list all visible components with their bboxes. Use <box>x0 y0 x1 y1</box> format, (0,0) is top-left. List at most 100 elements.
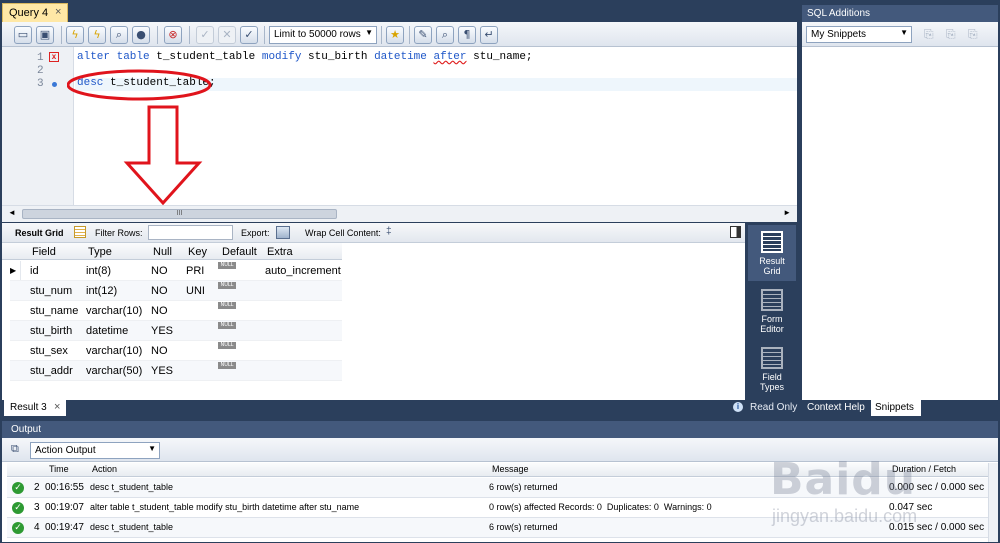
snippets-tab[interactable]: Snippets <box>871 400 921 416</box>
result-tab[interactable]: Result 3 × <box>4 400 66 416</box>
column-header[interactable]: Time <box>49 464 69 474</box>
output-row-num: 4 <box>34 522 40 533</box>
output-grid-header: Time Action Message Duration / Fetch <box>7 463 997 477</box>
invisible-chars-icon[interactable]: ¶ <box>458 26 476 44</box>
output-row-action: desc t_student_table <box>90 522 174 532</box>
execute-icon[interactable]: ϟ <box>66 26 84 44</box>
export-icon[interactable] <box>276 226 290 239</box>
cell-field: stu_sex <box>30 345 68 357</box>
close-icon[interactable]: × <box>55 6 61 18</box>
copy-snippet-icon[interactable]: ⎘ <box>946 27 956 42</box>
scroll-thumb[interactable]: III <box>22 209 337 219</box>
cell-null: NO <box>151 265 168 277</box>
delete-snippet-icon[interactable]: ⎘ <box>968 27 978 42</box>
sql-additions-header: SQL Additions <box>802 5 998 22</box>
info-icon: i <box>733 402 743 412</box>
export-label: Export: <box>241 228 270 238</box>
null-badge: NULL <box>218 282 236 289</box>
annotation-arrow <box>123 105 203 206</box>
stop-icon[interactable]: ● <box>132 26 150 44</box>
open-folder-icon[interactable]: ▭ <box>14 26 32 44</box>
column-header[interactable]: Null <box>153 246 172 258</box>
output-row-message: 6 row(s) returned <box>489 482 558 492</box>
annotation-ellipse <box>67 69 212 101</box>
cell-type: varchar(10) <box>86 305 143 317</box>
null-badge: NULL <box>218 322 236 329</box>
rollback-icon[interactable]: ✕ <box>218 26 236 44</box>
code-line-1: alter table t_student_table modify stu_b… <box>77 51 533 63</box>
form-editor-label-2: Editor <box>760 324 784 334</box>
column-header[interactable]: Action <box>92 464 117 474</box>
result-grid-button[interactable]: Result Grid <box>748 225 796 281</box>
bookmark-star-icon[interactable]: ★ <box>386 26 404 44</box>
table-row[interactable]: stu_name varchar(10) NO NULL <box>10 301 342 321</box>
filter-rows-label: Filter Rows: <box>95 228 143 238</box>
column-header[interactable]: Duration / Fetch <box>892 464 956 474</box>
field-types-icon <box>761 347 783 369</box>
scroll-right-icon[interactable]: ► <box>783 208 791 217</box>
chevron-down-icon: ▼ <box>365 28 373 37</box>
table-row[interactable]: stu_birth datetime YES NULL <box>10 321 342 341</box>
column-header[interactable]: Field <box>32 246 56 258</box>
null-badge: NULL <box>218 342 236 349</box>
close-icon[interactable]: × <box>54 401 60 413</box>
field-types-label-2: Types <box>759 382 784 392</box>
commit-icon[interactable]: ✓ <box>196 26 214 44</box>
query-tab-label: Query 4 <box>9 7 49 19</box>
wrap-lines-icon[interactable]: ↵ <box>480 26 498 44</box>
output-row[interactable]: ✓ 3 00:19:07 alter table t_student_table… <box>7 498 997 518</box>
scroll-left-icon[interactable]: ◄ <box>8 208 16 217</box>
sql-additions-toolbar: My Snippets ▼ ⎘ ⎘ ⎘ <box>802 22 998 47</box>
save-icon[interactable]: ▣ <box>36 26 54 44</box>
field-types-button[interactable]: Field Types <box>748 341 796 397</box>
column-header[interactable]: Type <box>88 246 112 258</box>
code-area[interactable]: alter table t_student_table modify stu_b… <box>67 47 797 206</box>
cell-null: NO <box>151 305 168 317</box>
autocommit-icon[interactable]: ✓ <box>240 26 258 44</box>
execute-current-icon[interactable]: ϟ <box>88 26 106 44</box>
table-row[interactable]: stu_sex varchar(10) NO NULL <box>10 341 342 361</box>
horizontal-scrollbar[interactable]: ◄ III ► <box>2 205 797 222</box>
wrap-cell-icon[interactable]: ‡ <box>386 226 392 237</box>
copy-output-icon[interactable]: ⧉ <box>11 443 19 456</box>
error-toggle-icon[interactable]: ⊗ <box>164 26 182 44</box>
find-icon[interactable]: ⌕ <box>436 26 454 44</box>
context-help-tab[interactable]: Context Help <box>802 400 870 416</box>
cell-field: stu_num <box>30 285 73 297</box>
output-type-value: Action Output <box>35 445 96 456</box>
table-row[interactable]: stu_addr varchar(50) YES NULL <box>10 361 342 381</box>
filter-rows-input[interactable] <box>148 225 233 240</box>
column-header[interactable]: Default <box>222 246 257 258</box>
cell-key: UNI <box>186 285 205 297</box>
cell-type: varchar(10) <box>86 345 143 357</box>
form-editor-button[interactable]: Form Editor <box>748 283 796 339</box>
snippets-label: Snippets <box>875 402 914 413</box>
cell-type: datetime <box>86 325 129 337</box>
snippets-select[interactable]: My Snippets ▼ <box>806 26 912 43</box>
form-editor-icon <box>761 289 783 311</box>
query-toolbar: ▭ ▣ ϟ ϟ ⌕ ● ⊗ ✓ ✕ ✓ Limit to 50000 rows … <box>2 22 797 47</box>
query-tab[interactable]: Query 4 × <box>2 3 68 22</box>
limit-rows-select[interactable]: Limit to 50000 rows ▼ <box>269 26 377 44</box>
output-title: Output <box>11 424 42 435</box>
output-type-select[interactable]: Action Output ▼ <box>30 442 160 459</box>
output-row-time: 00:19:47 <box>45 522 84 533</box>
grid-icon[interactable] <box>74 226 86 238</box>
beautify-icon[interactable]: ✎ <box>414 26 432 44</box>
panel-toggle-icon[interactable] <box>730 226 741 238</box>
result-grid: Field Type Null Key Default Extra ▶ id i… <box>2 243 745 400</box>
column-header[interactable]: Extra <box>267 246 293 258</box>
column-header[interactable]: Key <box>188 246 207 258</box>
null-badge: NULL <box>218 362 236 369</box>
editor-panel: ▭ ▣ ϟ ϟ ⌕ ● ⊗ ✓ ✕ ✓ Limit to 50000 rows … <box>2 22 797 222</box>
table-row[interactable]: id int(8) NO PRI NULL auto_increment <box>10 261 342 281</box>
cell-extra: auto_increment <box>265 265 341 277</box>
output-row[interactable]: ✓ 2 00:16:55 desc t_student_table 6 row(… <box>7 478 997 498</box>
explain-icon[interactable]: ⌕ <box>110 26 128 44</box>
insert-snippet-icon[interactable]: ⎘ <box>924 27 934 42</box>
vertical-scrollbar[interactable] <box>988 463 998 542</box>
column-header[interactable]: Message <box>492 464 529 474</box>
scroll-grip: III <box>176 210 183 217</box>
table-row[interactable]: stu_num int(12) NO UNI NULL <box>10 281 342 301</box>
output-row[interactable]: ✓ 4 00:19:47 desc t_student_table 6 row(… <box>7 518 997 538</box>
